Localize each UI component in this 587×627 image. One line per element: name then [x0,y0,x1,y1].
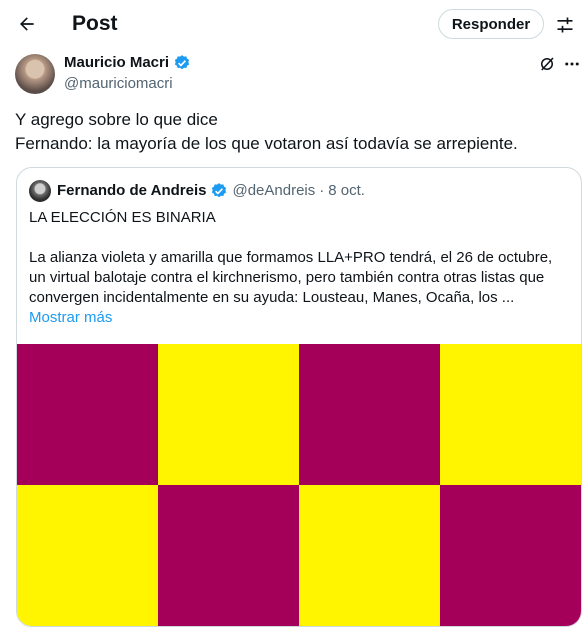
reply-button[interactable]: Responder [438,9,544,39]
media-tile [299,344,440,485]
arrow-left-icon [17,14,37,34]
settings-button[interactable] [552,12,578,38]
more-button[interactable] [561,53,583,75]
quoted-date[interactable]: 8 oct. [328,181,365,201]
more-dots-icon [563,55,581,73]
author-name-row[interactable]: Mauricio Macri [64,53,191,73]
quoted-body-line: un virtual balotaje contra el kirchneris… [29,269,545,286]
grok-button[interactable] [536,53,558,75]
media-tile [17,485,158,626]
verified-badge-icon [173,54,191,72]
media-tile [440,344,581,485]
media-tile [440,485,581,626]
sliders-icon [555,15,575,35]
quoted-body: La alianza violeta y amarilla que formam… [29,248,569,308]
post-text-line: Y agrego sobre lo que dice [15,110,218,129]
show-more-link[interactable]: Mostrar más [29,308,112,328]
media-tile [158,344,299,485]
quoted-avatar[interactable] [29,180,51,202]
author-name[interactable]: Mauricio Macri [64,53,169,73]
media-tile [17,344,158,485]
quoted-headline: LA ELECCIÓN ES BINARIA [29,209,216,226]
media-tile [299,485,440,626]
meta-separator: · [319,182,325,199]
quoted-media-image[interactable] [17,344,581,626]
quoted-author-name[interactable]: Fernando de Andreis [57,181,206,201]
post-text: Y agrego sobre lo que dice Fernando: la … [15,108,575,156]
author-handle[interactable]: @mauriciomacri [64,74,173,94]
verified-badge-icon [210,182,228,200]
media-tile [158,485,299,626]
quoted-author-handle[interactable]: @deAndreis [232,181,315,201]
back-button[interactable] [12,9,42,39]
page-title: Post [72,12,118,35]
quoted-meta: Fernando de Andreis @deAndreis · 8 oct. [57,181,365,201]
post-header: Post Responder [0,0,587,50]
quoted-body-line: convergen incidentalmente en su ayuda: L… [29,289,515,306]
post-text-line: Fernando: la mayoría de los que votaron … [15,134,518,153]
grok-icon [538,55,556,73]
quoted-post[interactable]: Fernando de Andreis @deAndreis · 8 oct. … [16,167,582,627]
avatar[interactable] [15,54,55,94]
quoted-body-line: La alianza violeta y amarilla que formam… [29,249,553,266]
